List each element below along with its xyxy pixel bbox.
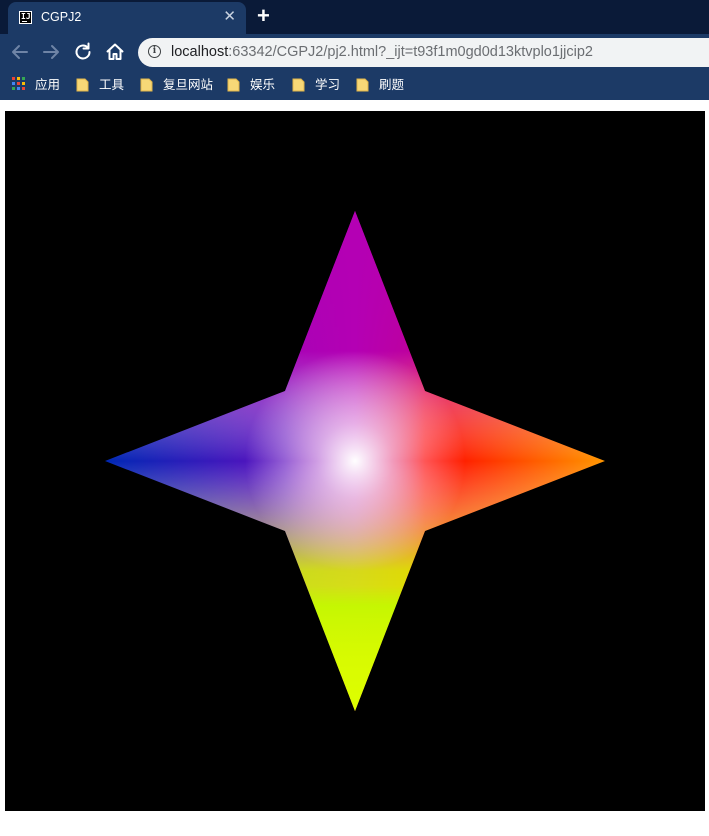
browser-tab[interactable]: IJ CGPJ2 ✕ [8, 2, 246, 34]
folder-icon [140, 78, 153, 92]
reload-icon[interactable] [71, 40, 95, 64]
folder-icon [227, 78, 240, 92]
apps-grid-icon[interactable] [12, 77, 26, 91]
info-icon[interactable]: i [148, 45, 161, 58]
url-path: :63342/CGPJ2/pj2.html?_ijt=t93f1m0gd0d13… [228, 44, 593, 60]
gradient-star [105, 211, 605, 711]
bookmark-label: 工具 [99, 78, 125, 92]
close-icon[interactable]: ✕ [223, 8, 236, 26]
bookmark-label: 应用 [35, 78, 61, 92]
address-bar[interactable]: i localhost:63342/CGPJ2/pj2.html?_ijt=t9… [138, 38, 709, 67]
bookmark-label: 复旦网站 [163, 78, 214, 92]
browser-toolbar: i localhost:63342/CGPJ2/pj2.html?_ijt=t9… [0, 34, 709, 70]
folder-icon [356, 78, 369, 92]
tab-strip: IJ CGPJ2 ✕ + [0, 0, 709, 34]
bookmark-label: 刷题 [379, 78, 405, 92]
bookmark-label: 娱乐 [250, 78, 276, 92]
intellij-icon: IJ [19, 11, 32, 24]
url-text[interactable]: localhost:63342/CGPJ2/pj2.html?_ijt=t93f… [171, 44, 593, 60]
bookmark-label: 学习 [315, 78, 341, 92]
plus-icon[interactable]: + [257, 4, 270, 28]
folder-icon [292, 78, 305, 92]
arrow-left-icon[interactable] [8, 40, 32, 64]
tab-title: CGPJ2 [41, 10, 82, 24]
url-host: localhost [171, 44, 229, 60]
webgl-canvas[interactable] [5, 111, 705, 811]
home-icon[interactable] [103, 40, 127, 64]
star-shape-center-glow [105, 211, 605, 711]
arrow-right-icon[interactable] [39, 40, 63, 64]
folder-icon [76, 78, 89, 92]
